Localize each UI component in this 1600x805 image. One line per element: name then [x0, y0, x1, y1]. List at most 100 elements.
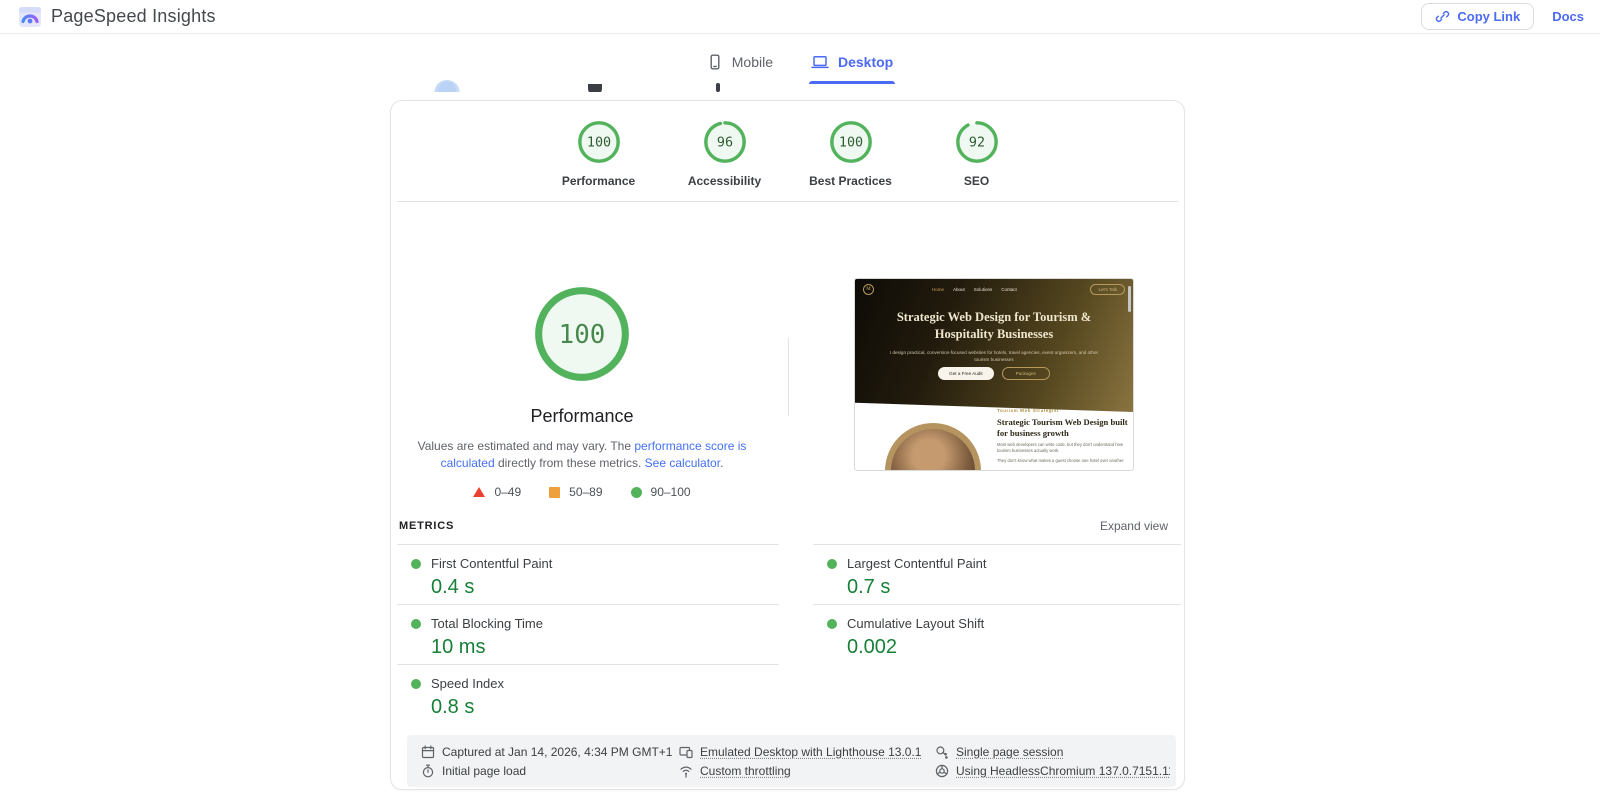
calendar-icon [421, 745, 435, 759]
average-square-icon [549, 487, 560, 498]
metric-name: Speed Index [431, 676, 504, 691]
see-calculator-link[interactable]: See calculator [645, 456, 720, 470]
metric-name: Cumulative Layout Shift [847, 616, 984, 631]
metric-name: Total Blocking Time [431, 616, 543, 631]
site-hero: M Home About Solutions Contact Let's Tal… [855, 279, 1133, 412]
active-tab-underline [809, 81, 895, 84]
expand-view-button[interactable]: Expand view [1100, 519, 1168, 533]
pass-circle-icon [631, 487, 642, 498]
svg-text:96: 96 [716, 135, 732, 150]
capture-emulated-device: Emulated Desktop with Lighthouse 13.0.1 [679, 745, 935, 759]
divider [788, 338, 789, 416]
score-label: SEO [964, 174, 989, 188]
site-paragraph: Most web developers can write code, but … [997, 442, 1132, 454]
site-nav-link: Contact [1001, 287, 1017, 292]
capture-text[interactable]: Single page session [956, 745, 1063, 759]
site-section-heading: Strategic Tourism Web Design built for b… [997, 417, 1132, 438]
metric-value: 0.8 s [431, 696, 779, 719]
legend-average: 50–89 [549, 485, 602, 499]
metrics-left-column: First Contentful Paint 0.4 s Total Block… [397, 544, 779, 724]
tab-mobile-label: Mobile [732, 54, 773, 70]
capture-throttling: Custom throttling [679, 764, 935, 778]
site-nav-link: Solutions [974, 287, 993, 292]
pass-dot-icon [827, 559, 837, 569]
score-best-practices[interactable]: 100 Best Practices [805, 119, 897, 188]
capture-browser: Using HeadlessChromium 137.0.7151.119 wi… [935, 764, 1170, 778]
capture-text[interactable]: Using HeadlessChromium 137.0.7151.119 wi… [956, 764, 1170, 778]
score-label: Accessibility [688, 174, 761, 188]
site-cta-button: Let's Talk [1090, 284, 1125, 295]
throttling-icon [679, 764, 693, 778]
chromium-icon [935, 764, 949, 778]
metric-largest-contentful-paint: Largest Contentful Paint 0.7 s [813, 544, 1181, 604]
disclaimer-text: Values are estimated and may vary. The [418, 439, 635, 453]
tab-desktop[interactable]: Desktop [809, 48, 895, 84]
svg-text:92: 92 [968, 135, 984, 150]
pass-dot-icon [411, 619, 421, 629]
copy-link-label: Copy Link [1457, 9, 1520, 24]
score-disclaimer: Values are estimated and may vary. The p… [417, 438, 747, 472]
clipped-text-fragment [716, 83, 720, 92]
app-header: PageSpeed Insights Copy Link Docs [0, 0, 1600, 34]
svg-text:100: 100 [838, 135, 862, 150]
category-scores-row: 100 Performance 96 Accessibility 100 Bes… [391, 119, 1184, 188]
site-favicon [434, 80, 460, 92]
capture-text[interactable]: Emulated Desktop with Lighthouse 13.0.1 [700, 745, 921, 759]
fail-triangle-icon [473, 487, 485, 497]
clipped-page-header-row [390, 66, 730, 92]
final-screenshot-thumbnail[interactable]: M Home About Solutions Contact Let's Tal… [854, 278, 1134, 471]
site-nav: M Home About Solutions Contact Let's Tal… [863, 284, 1125, 295]
score-seo[interactable]: 92 SEO [931, 119, 1023, 188]
metric-cumulative-layout-shift: Cumulative Layout Shift 0.002 [813, 604, 1181, 664]
tab-desktop-label: Desktop [838, 54, 893, 70]
device-tabbar: Mobile Desktop [0, 48, 1600, 84]
site-nav-link: About [953, 287, 965, 292]
disclaimer-text: directly from these metrics. [495, 456, 645, 470]
docs-link[interactable]: Docs [1552, 9, 1584, 24]
capture-info-bar: Captured at Jan 14, 2026, 4:34 PM GMT+1 … [407, 735, 1176, 787]
disclaimer-text: . [720, 456, 723, 470]
thumbnail-scrollbar[interactable] [1128, 286, 1131, 312]
metric-total-blocking-time: Total Blocking Time 10 ms [397, 604, 779, 664]
score-legend: 0–49 50–89 90–100 [417, 485, 747, 499]
legend-range: 90–100 [651, 485, 691, 499]
capture-text[interactable]: Custom throttling [700, 764, 791, 778]
session-icon [935, 745, 949, 759]
capture-text: Captured at Jan 14, 2026, 4:34 PM GMT+1 [442, 745, 672, 759]
performance-gauge: 100 [532, 284, 632, 384]
copy-link-button[interactable]: Copy Link [1421, 3, 1534, 30]
score-label: Performance [562, 174, 635, 188]
site-portrait-photo [885, 423, 981, 471]
capture-load-type: Initial page load [421, 764, 679, 778]
report-card: 100 Performance 96 Accessibility 100 Bes… [390, 100, 1185, 790]
pass-dot-icon [411, 559, 421, 569]
site-packages-button: Packages [1002, 367, 1050, 380]
site-section-label: Tourism Web Strategist [997, 408, 1059, 413]
site-nav-link: Home [932, 287, 944, 292]
svg-text:100: 100 [586, 135, 610, 150]
site-hero-subtitle: I design practical, conversion-focused w… [889, 349, 1099, 363]
site-hero-title: Strategic Web Design for Tourism & Hospi… [879, 309, 1109, 343]
metric-name: Largest Contentful Paint [847, 556, 986, 571]
site-logo: M [863, 284, 874, 295]
metric-value: 0.7 s [847, 576, 1181, 599]
clipped-text-fragment [588, 84, 602, 92]
metric-name: First Contentful Paint [431, 556, 552, 571]
legend-range: 50–89 [569, 485, 602, 499]
pass-dot-icon [411, 679, 421, 689]
pass-dot-icon [827, 619, 837, 629]
metric-speed-index: Speed Index 0.8 s [397, 664, 779, 724]
emulated-device-icon [679, 745, 693, 759]
score-label: Best Practices [809, 174, 892, 188]
page-title: PageSpeed Insights [51, 6, 216, 27]
site-audit-button: Get a Free Audit [938, 367, 993, 380]
capture-timestamp: Captured at Jan 14, 2026, 4:34 PM GMT+1 [421, 745, 679, 759]
metric-value: 0.4 s [431, 576, 779, 599]
score-accessibility[interactable]: 96 Accessibility [679, 119, 771, 188]
legend-pass: 90–100 [631, 485, 691, 499]
legend-fail: 0–49 [473, 485, 521, 499]
stopwatch-icon [421, 764, 435, 778]
divider [397, 201, 1178, 202]
score-performance[interactable]: 100 Performance [553, 119, 645, 188]
metrics-section-heading: METRICS [399, 520, 454, 532]
